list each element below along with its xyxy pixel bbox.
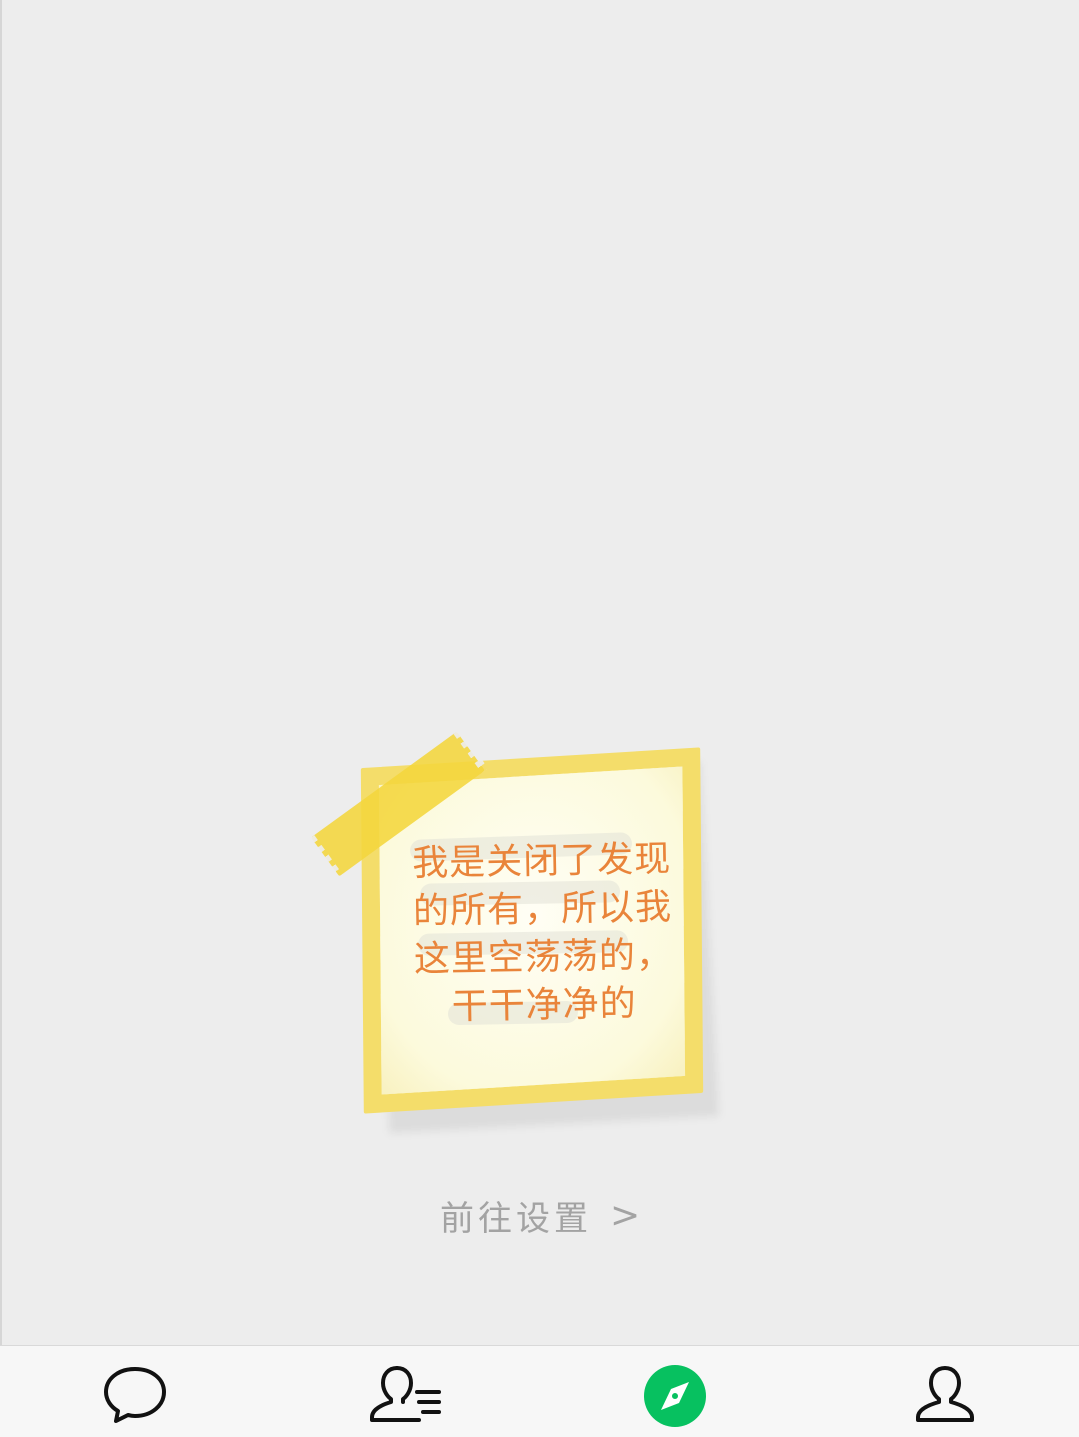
sticky-note-message: 我是关闭了发现 的所有，所以我 这里空荡荡的， 干干净净的: [396, 835, 689, 1032]
note-line-3: 这里空荡荡的，: [413, 934, 674, 981]
left-edge-divider: [0, 0, 2, 1345]
tab-me[interactable]: [905, 1364, 985, 1434]
note-line-2: 的所有，所以我: [412, 886, 673, 933]
chevron-right-icon: >: [610, 1194, 645, 1236]
tab-chats[interactable]: [95, 1364, 175, 1434]
bottom-tab-bar: [0, 1345, 1079, 1437]
tab-contacts[interactable]: [365, 1364, 445, 1434]
discover-empty-screen: 我是关闭了发现 的所有，所以我 这里空荡荡的， 干干净净的 前往设置 >: [0, 0, 1079, 1437]
go-to-settings-link[interactable]: 前往设置 >: [440, 1190, 644, 1240]
go-to-settings-label: 前往设置: [440, 1198, 592, 1239]
note-line-1: 我是关闭了发现: [411, 838, 672, 885]
contacts-icon: [367, 1364, 443, 1434]
compass-icon: [642, 1364, 708, 1434]
tab-discover[interactable]: [635, 1364, 715, 1434]
chat-bubble-icon: [102, 1364, 168, 1434]
profile-icon: [912, 1364, 978, 1434]
note-line-4: 干干净净的: [451, 983, 638, 1028]
